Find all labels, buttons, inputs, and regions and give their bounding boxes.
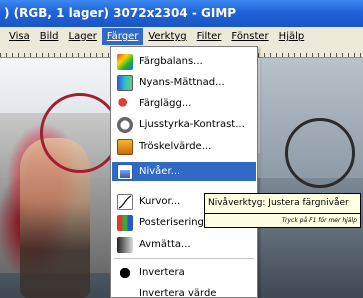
menu-item-desaturate[interactable]: Avmätta... bbox=[112, 235, 256, 254]
brightness-contrast-icon bbox=[117, 116, 133, 133]
desaturate-icon bbox=[117, 236, 133, 253]
menu-filters[interactable]: Filter bbox=[192, 28, 227, 45]
menu-item-label: Avmätta... bbox=[139, 239, 191, 250]
invert-icon bbox=[117, 264, 133, 281]
menu-image[interactable]: Bild bbox=[35, 28, 64, 45]
colorize-icon bbox=[117, 95, 133, 112]
menu-bar: Visa Bild Lager Färger Verktyg Filter Fö… bbox=[0, 27, 363, 46]
window-title-bar[interactable]: ) (RGB, 1 lager) 3072x2304 - GIMP bbox=[0, 0, 363, 27]
menu-item-label: Invertera värde bbox=[139, 288, 217, 298]
menu-view[interactable]: Visa bbox=[4, 28, 35, 45]
menu-item-colorize[interactable]: Färglägg... bbox=[112, 94, 256, 113]
menu-item-label: Posterisering... bbox=[139, 217, 214, 228]
curves-icon bbox=[117, 193, 133, 210]
menu-help[interactable]: Hjälp bbox=[274, 28, 310, 45]
menu-layer[interactable]: Lager bbox=[64, 28, 102, 45]
menu-item-brightness-contrast[interactable]: Ljusstyrka-Kontrast... bbox=[112, 115, 256, 134]
menu-item-invert[interactable]: Invertera bbox=[112, 263, 256, 282]
menu-item-hue-saturation[interactable]: Nyans-Mättnad... bbox=[112, 73, 256, 92]
tooltip-help-hint: Tryck på F1 för mer hjälp bbox=[204, 214, 361, 228]
menu-item-label: Färglägg... bbox=[139, 98, 192, 109]
threshold-icon bbox=[117, 138, 133, 155]
menu-item-invert-value[interactable]: Invertera värde bbox=[112, 284, 256, 298]
menu-windows[interactable]: Fönster bbox=[226, 28, 273, 45]
menu-colors[interactable]: Färger bbox=[101, 28, 144, 45]
menu-item-label: Nivåer... bbox=[139, 166, 181, 177]
window-title: ) (RGB, 1 lager) 3072x2304 - GIMP bbox=[4, 6, 237, 20]
menu-item-color-balance[interactable]: Färgbalans... bbox=[112, 52, 256, 71]
color-balance-icon bbox=[117, 53, 133, 70]
menu-item-label: Kurvor... bbox=[139, 196, 181, 207]
menu-separator bbox=[114, 258, 254, 259]
colors-dropdown-menu: Färgbalans... Nyans-Mättnad... Färglägg.… bbox=[110, 46, 258, 298]
levels-icon bbox=[117, 163, 133, 180]
tooltip-text: Nivåverktyg: Justera färgnivåer bbox=[208, 198, 349, 208]
menu-item-label: Färgbalans... bbox=[139, 56, 203, 67]
hue-saturation-icon bbox=[117, 74, 133, 91]
tooltip: Nivåverktyg: Justera färgnivåer bbox=[204, 193, 361, 214]
posterize-icon bbox=[117, 214, 133, 231]
menu-item-label: Tröskelvärde... bbox=[139, 141, 212, 152]
menu-item-label: Ljusstyrka-Kontrast... bbox=[139, 119, 245, 130]
menu-item-label: Invertera bbox=[139, 267, 185, 278]
menu-item-levels[interactable]: Nivåer... bbox=[112, 162, 256, 181]
menu-item-threshold[interactable]: Tröskelvärde... bbox=[112, 137, 256, 156]
tooltip-help-text: Tryck på F1 för mer hjälp bbox=[281, 217, 357, 224]
menu-item-label: Nyans-Mättnad... bbox=[139, 77, 225, 88]
invert-value-icon bbox=[117, 286, 133, 298]
menu-tools[interactable]: Verktyg bbox=[143, 28, 191, 45]
